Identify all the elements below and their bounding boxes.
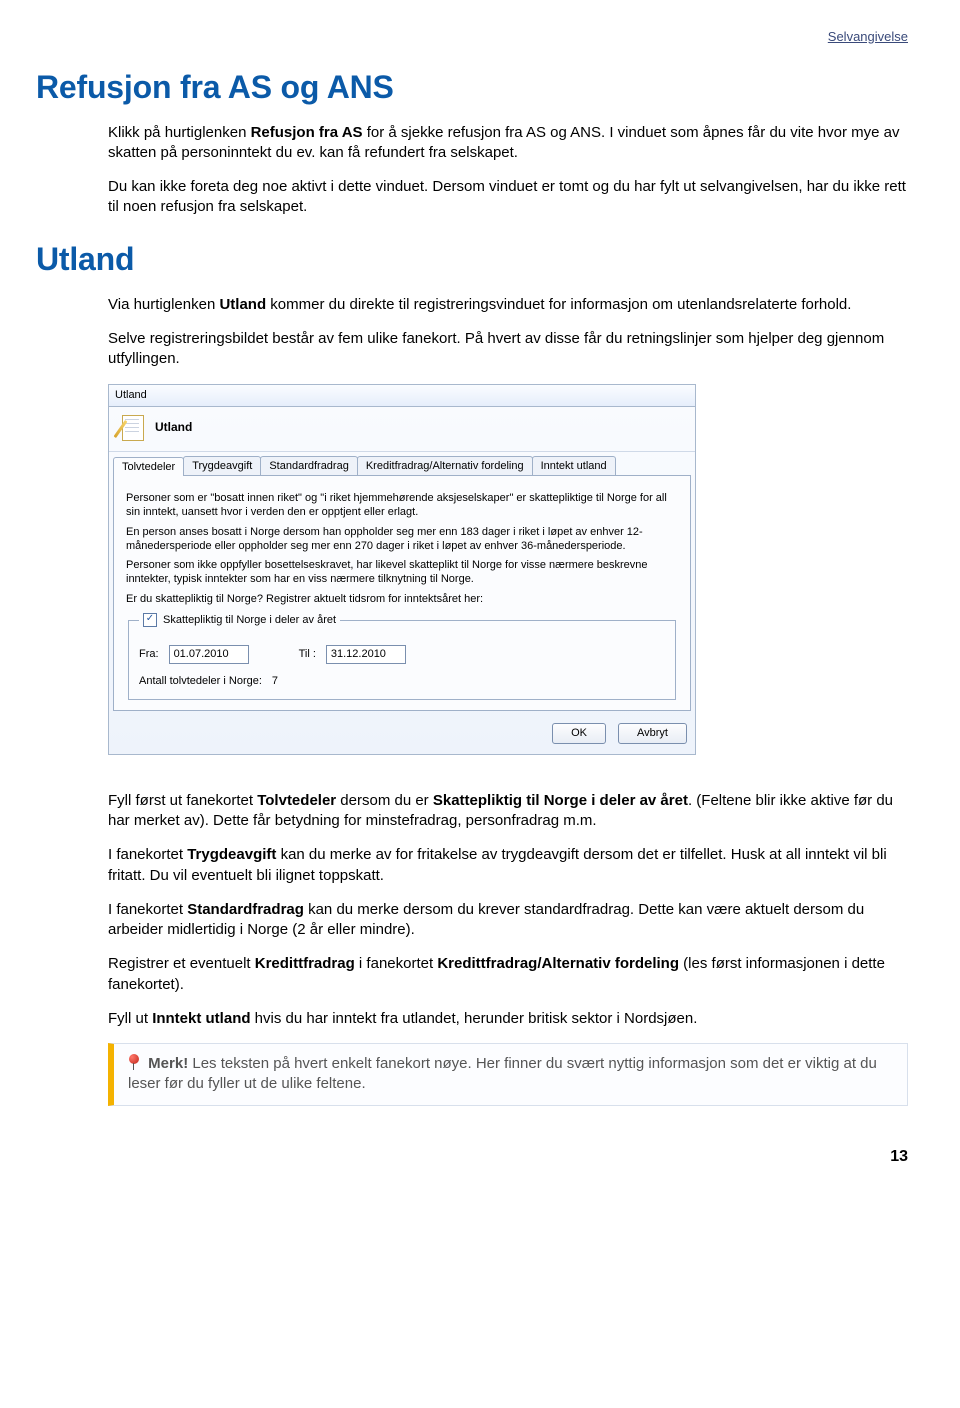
merk-note-box: Merk! Les teksten på hvert enkelt faneko…: [108, 1043, 908, 1106]
avbryt-button[interactable]: Avbryt: [618, 723, 687, 744]
refusjon-paragraph-1: Klikk på hurtiglenken Refusjon fra AS fo…: [108, 123, 908, 164]
edit-note-icon: [119, 415, 145, 441]
text-bold: Kredittfradrag: [255, 955, 355, 972]
heading-refusjon: Refusjon fra AS og ANS: [36, 66, 908, 109]
text-bold: Trygdeavgift: [187, 846, 276, 863]
header-link[interactable]: Selvangivelse: [36, 28, 908, 46]
after-paragraph-2: I fanekortet Trygdeavgift kan du merke a…: [108, 845, 908, 886]
ok-button[interactable]: OK: [552, 723, 606, 744]
text: I fanekortet: [108, 846, 187, 863]
text: hvis du har inntekt fra utlandet, herund…: [251, 1010, 698, 1027]
dialog-info-4: Er du skattepliktig til Norge? Registrer…: [126, 593, 678, 607]
tab-standardfradrag[interactable]: Standardfradrag: [260, 456, 358, 476]
pushpin-icon: [128, 1054, 140, 1070]
text-bold: Kredittfradrag/Alternativ fordeling: [437, 955, 679, 972]
dialog-info-3: Personer som ikke oppfyller bosettelsesk…: [126, 559, 678, 587]
text: Fyll ut: [108, 1010, 152, 1027]
label-fra: Fra:: [139, 647, 159, 662]
label-antall: Antall tolvtedeler i Norge:: [139, 674, 262, 689]
text: Klikk på hurtiglenken: [108, 124, 251, 141]
utland-paragraph-1: Via hurtiglenken Utland kommer du direkt…: [108, 295, 908, 315]
utland-paragraph-2: Selve registreringsbildet består av fem …: [108, 329, 908, 370]
refusjon-paragraph-2: Du kan ikke foreta deg noe aktivt i dett…: [108, 177, 908, 218]
after-paragraph-3: I fanekortet Standardfradrag kan du merk…: [108, 900, 908, 941]
text-bold: Skattepliktig til Norge i deler av året: [433, 792, 688, 809]
dialog-section-label: Utland: [155, 419, 192, 435]
text-bold: Standardfradrag: [187, 901, 304, 918]
merk-text: Les teksten på hvert enkelt fanekort nøy…: [128, 1055, 877, 1092]
text: i fanekortet: [355, 955, 438, 972]
text-bold: Refusjon fra AS: [251, 124, 363, 141]
fieldset-legend: ✓ Skattepliktig til Norge i deler av året: [139, 613, 340, 628]
utland-dialog: Utland Utland Tolvtedeler Trygdeavgift S…: [108, 384, 696, 755]
tab-kreditfradrag[interactable]: Kreditfradrag/Alternativ fordeling: [357, 456, 533, 476]
legend-text: Skattepliktig til Norge i deler av året: [163, 614, 336, 626]
dialog-info-1: Personer som er "bosatt innen riket" og …: [126, 492, 678, 520]
text-bold: Inntekt utland: [152, 1010, 250, 1027]
merk-lead: Merk!: [148, 1055, 188, 1072]
after-paragraph-5: Fyll ut Inntekt utland hvis du har innte…: [108, 1009, 908, 1029]
text: kommer du direkte til registreringsvindu…: [266, 296, 851, 313]
text-bold: Tolvtedeler: [257, 792, 336, 809]
tab-trygdeavgift[interactable]: Trygdeavgift: [183, 456, 261, 476]
text: I fanekortet: [108, 901, 187, 918]
value-antall: 7: [272, 674, 278, 689]
after-paragraph-4: Registrer et eventuelt Kredittfradrag i …: [108, 954, 908, 995]
tab-inntekt-utland[interactable]: Inntekt utland: [532, 456, 616, 476]
heading-utland: Utland: [36, 238, 908, 281]
input-fra[interactable]: 01.07.2010: [169, 645, 249, 664]
tab-tolvtedeler[interactable]: Tolvtedeler: [113, 457, 184, 477]
checkbox-skattepliktig[interactable]: ✓: [143, 613, 157, 627]
input-til[interactable]: 31.12.2010: [326, 645, 406, 664]
label-til: Til :: [299, 647, 316, 662]
dialog-buttons: OK Avbryt: [109, 715, 695, 754]
dialog-info-2: En person anses bosatt i Norge dersom ha…: [126, 526, 678, 554]
text-bold: Utland: [219, 296, 266, 313]
text: Fyll først ut fanekortet: [108, 792, 257, 809]
tab-content: Personer som er "bosatt innen riket" og …: [113, 476, 691, 711]
dialog-tabs: Tolvtedeler Trygdeavgift Standardfradrag…: [113, 456, 691, 477]
skatteplikt-fieldset: ✓ Skattepliktig til Norge i deler av året…: [128, 613, 676, 701]
text: Via hurtiglenken: [108, 296, 219, 313]
dialog-titlebar: Utland: [108, 384, 696, 407]
text: Registrer et eventuelt: [108, 955, 255, 972]
text: dersom du er: [336, 792, 433, 809]
page-number: 13: [36, 1146, 908, 1168]
after-paragraph-1: Fyll først ut fanekortet Tolvtedeler der…: [108, 791, 908, 832]
